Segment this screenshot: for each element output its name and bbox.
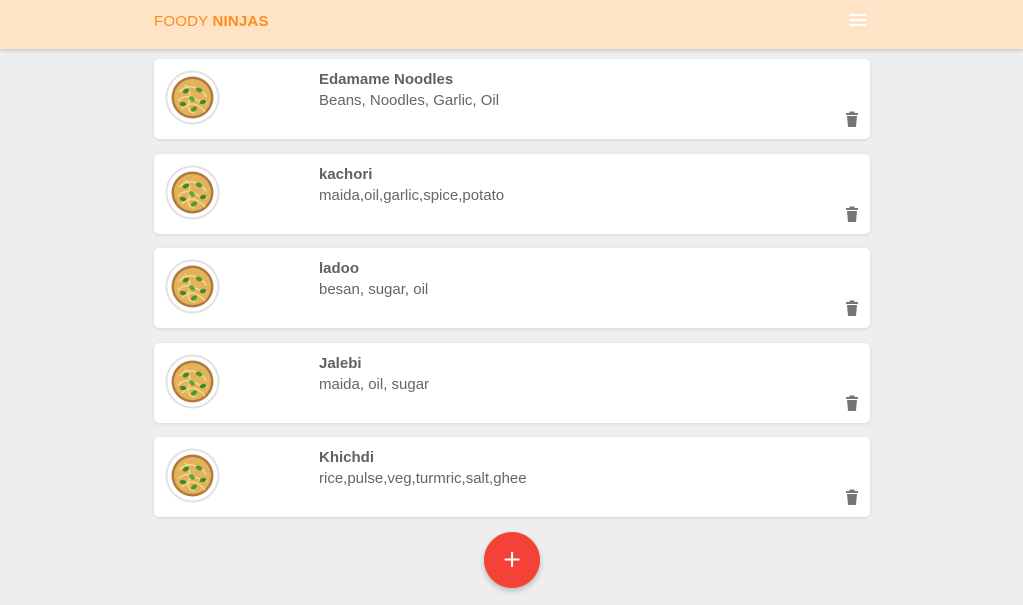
- trash-icon[interactable]: [845, 300, 859, 317]
- trash-icon[interactable]: [845, 489, 859, 506]
- recipe-title: Khichdi: [319, 449, 374, 467]
- recipe-card: ladoo besan, sugar, oil: [154, 248, 870, 329]
- add-icon: +: [501, 545, 523, 573]
- hamburger-menu-icon[interactable]: [849, 14, 867, 27]
- recipe-ingredients: maida, oil, sugar: [319, 375, 430, 393]
- recipe-title: ladoo: [319, 260, 359, 278]
- brand-name-bold: NINJAS: [212, 13, 269, 30]
- recipe-ingredients: rice,pulse,veg,turmric,salt,ghee: [319, 470, 527, 488]
- trash-icon[interactable]: [845, 395, 859, 411]
- recipe-ingredients: besan, sugar, oil: [319, 281, 429, 299]
- noodle-bowl-icon: [165, 448, 220, 503]
- recipe-card: Jalebi maida, oil, sugar: [154, 342, 870, 423]
- menu-bar: [849, 14, 867, 16]
- recipe-ingredients: Beans, Noodles, Garlic, Oil: [319, 92, 500, 109]
- menu-bar: [849, 24, 867, 26]
- brand-name-light: FOODY: [154, 13, 209, 30]
- recipe-list: Edamame Noodles Beans, Noodles, Garlic, …: [154, 59, 870, 532]
- recipe-card: Khichdi rice,pulse,veg,turmric,salt,ghee: [154, 437, 870, 518]
- trash-icon[interactable]: [845, 206, 859, 222]
- trash-icon[interactable]: [845, 111, 859, 127]
- recipe-ingredients: maida,oil,garlic,spice,potato: [319, 186, 505, 204]
- add-recipe-button[interactable]: +: [484, 532, 540, 588]
- noodle-bowl-icon: [165, 165, 220, 220]
- recipe-title: Edamame Noodles: [319, 71, 454, 88]
- navbar: FOODY NINJAS: [0, 0, 1023, 49]
- recipe-card: kachori maida,oil,garlic,spice,potato: [154, 153, 870, 234]
- menu-bar: [849, 19, 867, 21]
- recipe-title: Jalebi: [319, 354, 362, 372]
- recipe-title: kachori: [319, 165, 373, 183]
- noodle-bowl-icon: [165, 70, 220, 125]
- brand-logo[interactable]: FOODY NINJAS: [154, 13, 269, 30]
- noodle-bowl-icon: [165, 354, 220, 409]
- noodle-bowl-icon: [165, 259, 220, 314]
- recipe-card: Edamame Noodles Beans, Noodles, Garlic, …: [154, 59, 870, 139]
